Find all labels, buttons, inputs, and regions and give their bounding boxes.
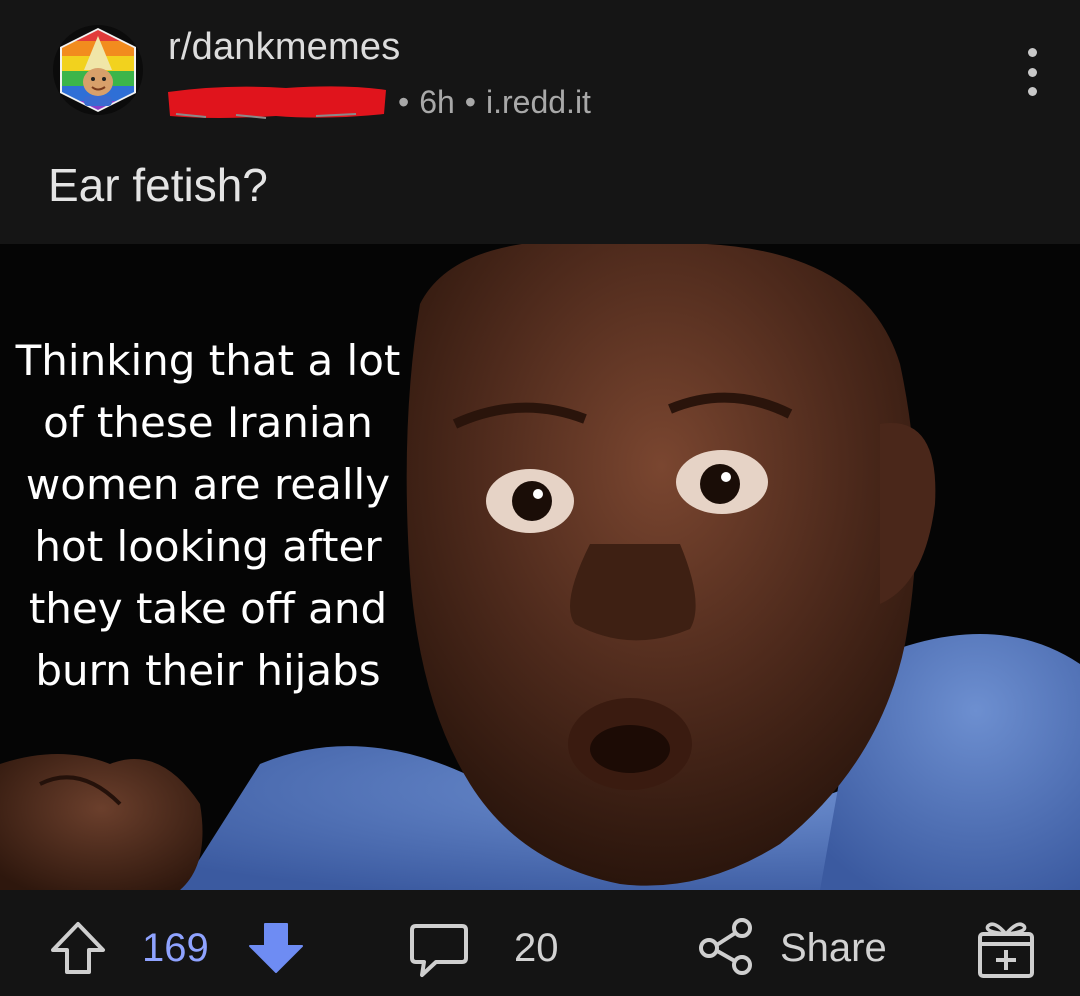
meta-separator: • bbox=[464, 83, 476, 120]
meme-caption-line: women are really bbox=[25, 460, 391, 509]
subreddit-avatar[interactable] bbox=[52, 24, 144, 116]
post-age: 6h bbox=[419, 83, 455, 120]
redacted-username bbox=[168, 86, 386, 119]
gift-plus-icon[interactable] bbox=[974, 918, 1038, 980]
meme-caption: Thinking that a lot of these Iranian wom… bbox=[6, 330, 410, 702]
comments-button[interactable]: 20 bbox=[404, 912, 584, 977]
vertical-ellipsis-icon bbox=[1027, 48, 1037, 57]
post-title[interactable]: Ear fetish? bbox=[48, 158, 268, 212]
post-header: r/dankmemes • 6h • i.redd.it bbox=[0, 0, 1080, 140]
meme-caption-line: they take off and bbox=[28, 584, 388, 633]
share-button[interactable]: Share bbox=[696, 912, 906, 976]
vote-score: 169 bbox=[142, 926, 209, 970]
speech-bubble-icon bbox=[410, 924, 468, 977]
subreddit-name[interactable]: r/dankmemes bbox=[168, 26, 400, 69]
meme-caption-line: Thinking that a lot bbox=[15, 336, 401, 385]
more-options-button[interactable] bbox=[1010, 48, 1054, 96]
meme-caption-line: of these Iranian bbox=[43, 398, 373, 447]
arrow-up-outline-icon[interactable] bbox=[48, 918, 108, 978]
post-image[interactable]: Thinking that a lot of these Iranian wom… bbox=[0, 244, 1080, 890]
meme-caption-line: burn their hijabs bbox=[35, 646, 381, 695]
share-nodes-icon bbox=[699, 918, 752, 975]
post-card: r/dankmemes • 6h • i.redd.it Ear fetish? bbox=[0, 0, 1080, 996]
post-action-bar: 169 20 Share bbox=[0, 890, 1080, 996]
meta-separator: • bbox=[398, 83, 410, 120]
post-meta: • 6h • i.redd.it bbox=[166, 82, 591, 122]
arrow-down-filled-icon[interactable] bbox=[246, 918, 306, 978]
post-domain[interactable]: i.redd.it bbox=[486, 84, 591, 121]
meme-caption-line: hot looking after bbox=[34, 522, 382, 571]
share-label: Share bbox=[780, 926, 887, 970]
comment-count: 20 bbox=[514, 926, 559, 970]
